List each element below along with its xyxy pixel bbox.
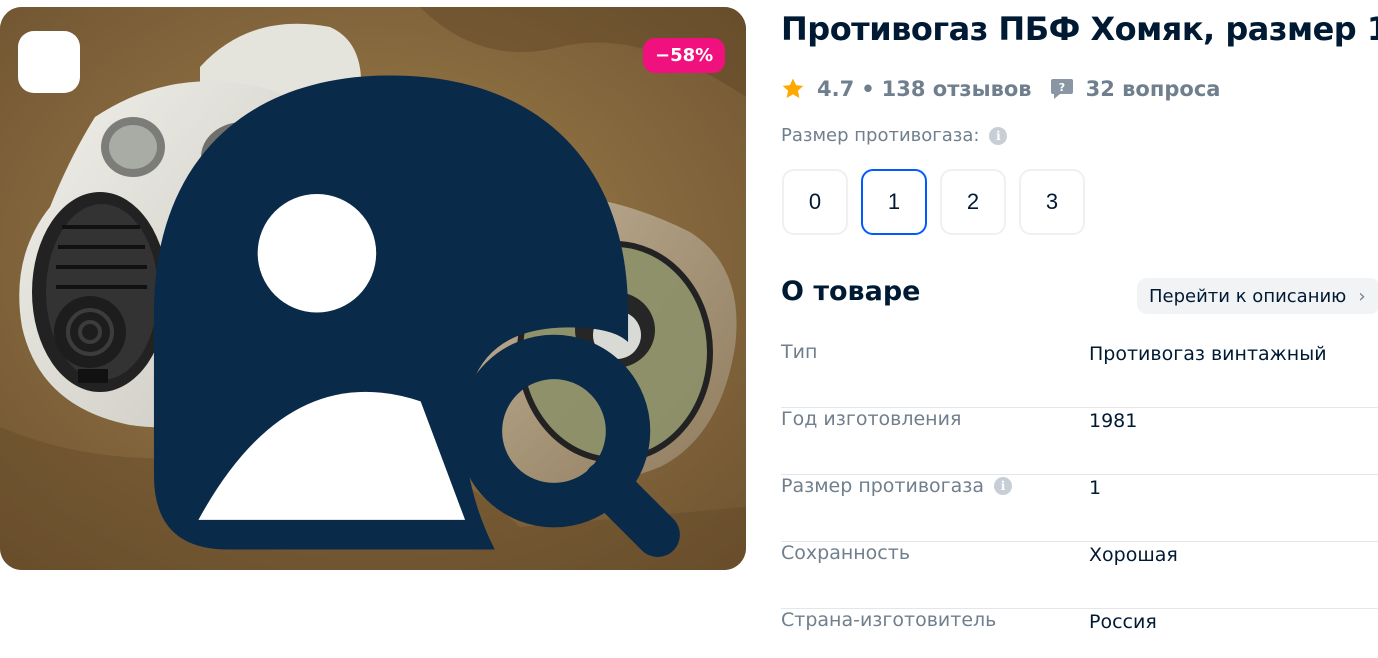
spec-value: Противогаз винтажный — [1089, 343, 1327, 365]
rating-row: 4.7 • 138 отзывов ? 32 вопроса — [781, 74, 1220, 104]
info-icon[interactable]: i — [994, 477, 1013, 495]
info-icon[interactable]: i — [989, 126, 1008, 145]
spec-row: Сохранность Хорошая — [781, 542, 1378, 609]
reviews-link[interactable]: 138 отзывов — [882, 77, 1032, 101]
star-icon — [782, 78, 804, 98]
spec-key: Год изготовления — [781, 408, 962, 430]
size-option-3[interactable]: 3 — [1019, 169, 1085, 235]
size-option-1[interactable]: 1 — [861, 169, 927, 235]
spec-key: Тип — [781, 341, 818, 363]
spec-key: Размер противогаза i — [781, 475, 1013, 497]
size-options: 0 1 2 3 — [782, 169, 1085, 235]
goto-description-button[interactable]: Перейти к описанию › — [1137, 278, 1378, 314]
image-search-button[interactable] — [18, 31, 680, 557]
spec-key: Страна-изготовитель — [781, 609, 997, 631]
spec-key: Сохранность — [781, 542, 911, 564]
spec-value: 1981 — [1089, 410, 1138, 432]
spec-row: Страна-изготовитель Россия — [781, 609, 1378, 658]
about-title: О товаре — [781, 276, 921, 307]
question-bubble-icon: ? — [1050, 79, 1073, 99]
chevron-right-icon: › — [1358, 285, 1366, 307]
image-search-icon — [153, 75, 680, 557]
rating-separator: • — [861, 77, 875, 101]
spec-row: Тип Противогаз винтажный — [781, 341, 1378, 408]
spec-value: 1 — [1089, 477, 1102, 499]
spec-row: Размер противогаза i 1 — [781, 475, 1378, 542]
spec-key-text: Размер противогаза — [781, 475, 985, 497]
rating-score[interactable]: 4.7 — [817, 77, 854, 101]
size-label-text: Размер противогаза: — [781, 125, 980, 146]
svg-text:?: ? — [1058, 81, 1064, 94]
spec-value: Хорошая — [1089, 544, 1178, 566]
questions-link[interactable]: 32 вопроса — [1086, 77, 1221, 101]
size-selector-label: Размер противогаза: i — [781, 125, 1008, 146]
spec-value: Россия — [1089, 611, 1157, 633]
size-option-0[interactable]: 0 — [782, 169, 848, 235]
goto-description-label: Перейти к описанию — [1149, 285, 1347, 307]
size-option-2[interactable]: 2 — [940, 169, 1006, 235]
product-title: Противогаз ПБФ Хомяк, размер 1 — [781, 10, 1378, 48]
discount-badge: −58% — [643, 38, 726, 73]
product-image[interactable]: −58% — [0, 7, 746, 570]
spec-row: Год изготовления 1981 — [781, 408, 1378, 475]
